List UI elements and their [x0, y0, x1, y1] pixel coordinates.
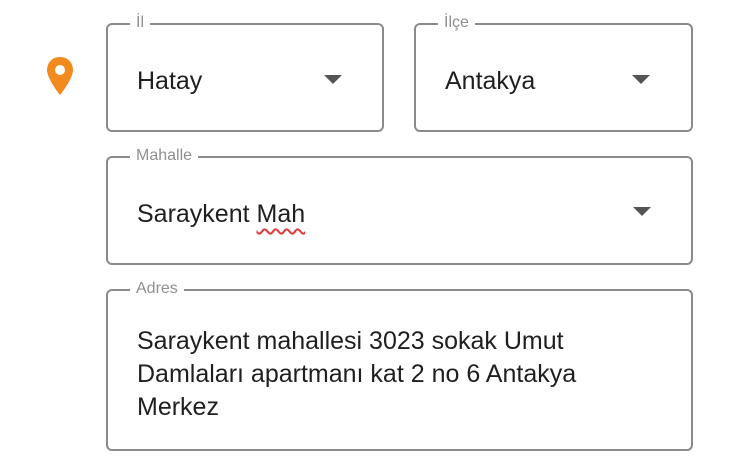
province-value: Hatay — [137, 67, 203, 95]
address-value: Saraykent mahallesi 3023 sokak Umut Daml… — [137, 327, 577, 421]
address-textarea[interactable]: Adres Saraykent mahallesi 3023 sokak Umu… — [106, 279, 693, 451]
neighborhood-value: Saraykent Mah — [137, 199, 305, 229]
address-label: Adres — [130, 279, 184, 299]
district-label: İlçe — [438, 13, 475, 33]
province-select[interactable]: İl Hatay — [106, 13, 384, 132]
location-pin-icon — [47, 57, 73, 95]
address-form: İl Hatay İlçe Antakya Mahalle Saraykent … — [0, 0, 738, 456]
chevron-down-icon — [632, 75, 650, 84]
district-select[interactable]: İlçe Antakya — [414, 13, 693, 132]
neighborhood-select[interactable]: Mahalle Saraykent Mah — [106, 146, 693, 265]
district-value: Antakya — [445, 67, 536, 95]
chevron-down-icon — [324, 75, 342, 84]
neighborhood-label: Mahalle — [130, 146, 199, 166]
chevron-down-icon — [633, 207, 651, 216]
misspelled-word[interactable]: Mah — [257, 200, 306, 228]
neighborhood-value-main: Saraykent — [137, 200, 257, 228]
province-label: İl — [130, 13, 150, 33]
